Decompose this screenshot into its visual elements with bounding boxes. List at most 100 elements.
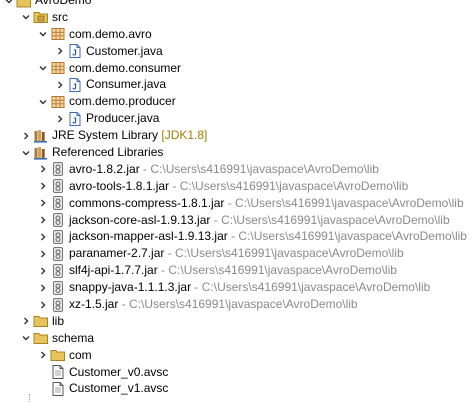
collapse-chevron-right-icon[interactable] xyxy=(37,279,49,296)
tree-item-name: snappy-java-1.1.1.3.jar xyxy=(69,280,192,295)
tree-item[interactable]: J Consumer.java xyxy=(0,76,474,93)
tree-item[interactable]: src xyxy=(0,9,474,26)
expand-chevron-down-icon[interactable] xyxy=(37,60,49,77)
tree-item-name: slf4j-api-1.7.7.jar xyxy=(69,263,158,278)
tree-item[interactable]: Customer_v0.avsc xyxy=(0,364,474,381)
collapse-chevron-right-icon[interactable] xyxy=(37,161,49,178)
tree-item[interactable]: AvroDemo xyxy=(0,0,474,9)
tree-item-name: avro-1.8.2.jar xyxy=(69,161,140,176)
jar-path-decoration: - C:\Users\s416991\javaspace\AvroDemo\li… xyxy=(169,178,409,193)
jar-icon xyxy=(50,178,66,195)
tree-item[interactable]: snappy-java-1.1.1.3.jar - C:\Users\s4169… xyxy=(0,279,474,296)
collapse-chevron-right-icon[interactable] xyxy=(37,212,49,229)
tree-item[interactable]: com xyxy=(0,347,474,364)
collapse-chevron-right-icon[interactable] xyxy=(54,43,66,60)
tree-item-label: Customer.java xyxy=(86,43,163,60)
jar-icon xyxy=(50,245,66,262)
expand-chevron-down-icon[interactable] xyxy=(37,93,49,110)
jar-path-decoration: - C:\Users\s416991\javaspace\AvroDemo\li… xyxy=(210,212,450,227)
collapse-chevron-right-icon[interactable] xyxy=(37,178,49,195)
tree-item[interactable]: jackson-mapper-asl-1.9.13.jar - C:\Users… xyxy=(0,228,474,245)
tree-item-label: jackson-mapper-asl-1.9.13.jar - C:\Users… xyxy=(69,228,467,245)
collapse-chevron-right-icon[interactable] xyxy=(20,127,32,144)
tree-item[interactable]: avro-1.8.2.jar - C:\Users\s416991\javasp… xyxy=(0,161,474,178)
tree-item-name: com.demo.avro xyxy=(69,26,152,41)
tree-item[interactable]: xz-1.5.jar - C:\Users\s416991\javaspace\… xyxy=(0,296,474,313)
tree-item-label: lib xyxy=(52,313,64,330)
tree-item[interactable]: lib xyxy=(0,313,474,330)
tree-item-label: com.demo.producer xyxy=(69,93,176,110)
library-icon xyxy=(33,127,49,144)
tree-item-name: Referenced Libraries xyxy=(52,145,164,160)
tree-item-name: com.demo.consumer xyxy=(69,60,182,75)
collapse-chevron-right-icon[interactable] xyxy=(37,296,49,313)
package-icon xyxy=(50,93,66,110)
folder-icon xyxy=(33,330,49,347)
tree-item-label: paranamer-2.7.jar - C:\Users\s416991\jav… xyxy=(69,245,404,262)
tree-item-name: Customer_v1.avsc xyxy=(69,381,169,396)
jar-path-decoration: - C:\Users\s416991\javaspace\AvroDemo\li… xyxy=(139,161,379,176)
jar-icon xyxy=(50,296,66,313)
collapse-chevron-right-icon[interactable] xyxy=(54,110,66,127)
tree-item[interactable]: com.demo.avro xyxy=(0,26,474,43)
tree-item-label: src xyxy=(52,9,68,26)
jar-icon xyxy=(50,212,66,229)
tree-item-label: Customer_v0.avsc xyxy=(69,364,168,381)
tree-item-name: Customer.java xyxy=(86,43,163,58)
collapse-chevron-right-icon[interactable] xyxy=(37,347,49,364)
collapse-chevron-right-icon[interactable] xyxy=(37,195,49,212)
jar-icon xyxy=(50,195,66,212)
tree-item-name: schema xyxy=(52,330,95,345)
expand-chevron-down-icon[interactable] xyxy=(3,0,15,9)
folder-icon xyxy=(50,347,66,364)
tree-item[interactable]: paranamer-2.7.jar - C:\Users\s416991\jav… xyxy=(0,245,474,262)
tree-item[interactable]: J Customer.java xyxy=(0,43,474,60)
tree-item-label: xz-1.5.jar - C:\Users\s416991\javaspace\… xyxy=(69,296,358,313)
tree-item-name: Producer.java xyxy=(86,111,160,126)
jar-path-decoration: - C:\Users\s416991\javaspace\AvroDemo\li… xyxy=(191,280,431,295)
tree-item-name: xz-1.5.jar xyxy=(69,297,119,312)
tree-item-name: Consumer.java xyxy=(86,77,167,92)
file-icon xyxy=(50,364,66,381)
jar-icon xyxy=(50,279,66,296)
jar-path-decoration: - C:\Users\s416991\javaspace\AvroDemo\li… xyxy=(164,246,404,261)
collapse-chevron-right-icon[interactable] xyxy=(37,262,49,279)
tree-item-label: avro-tools-1.8.1.jar - C:\Users\s416991\… xyxy=(69,178,408,195)
tree-item-name: jackson-core-asl-1.9.13.jar xyxy=(69,212,211,227)
collapse-chevron-right-icon[interactable] xyxy=(54,76,66,93)
tree-item[interactable]: Referenced Libraries xyxy=(0,144,474,161)
tree-item-label: Consumer.java xyxy=(86,76,166,93)
tree-item-name: lib xyxy=(52,313,65,328)
tree-item-label: AvroDemo xyxy=(35,0,91,9)
expand-chevron-down-icon[interactable] xyxy=(20,144,32,161)
tree-item[interactable]: com.demo.consumer xyxy=(0,60,474,77)
tree-item[interactable]: avro-tools-1.8.1.jar - C:\Users\s416991\… xyxy=(0,178,474,195)
java-file-icon: J xyxy=(67,76,83,93)
collapse-chevron-right-icon[interactable] xyxy=(37,245,49,262)
tree-item-name: avro-tools-1.8.1.jar xyxy=(69,178,170,193)
tree-item-label: Customer_v1.avsc xyxy=(69,380,168,397)
jre-version-decoration: [JDK1.8] xyxy=(158,128,208,143)
expand-chevron-down-icon[interactable] xyxy=(20,9,32,26)
source-folder-icon xyxy=(33,9,49,26)
tree-item[interactable]: commons-compress-1.8.1.jar - C:\Users\s4… xyxy=(0,195,474,212)
jar-icon xyxy=(50,161,66,178)
tree-item-name: AvroDemo xyxy=(35,0,92,7)
tree-item-name: com.demo.producer xyxy=(69,94,176,109)
jar-path-decoration: - C:\Users\s416991\javaspace\AvroDemo\li… xyxy=(118,297,358,312)
java-file-icon: J xyxy=(67,43,83,60)
tree-item[interactable]: schema xyxy=(0,330,474,347)
collapse-chevron-right-icon[interactable] xyxy=(37,228,49,245)
tree-item[interactable]: slf4j-api-1.7.7.jar - C:\Users\s416991\j… xyxy=(0,262,474,279)
expand-chevron-down-icon[interactable] xyxy=(20,330,32,347)
tree-guide-line xyxy=(29,394,30,402)
tree-item[interactable]: com.demo.producer xyxy=(0,93,474,110)
tree-item-label: Producer.java xyxy=(86,110,159,127)
tree-item[interactable]: J Producer.java xyxy=(0,110,474,127)
tree-item[interactable]: jackson-core-asl-1.9.13.jar - C:\Users\s… xyxy=(0,212,474,229)
tree-item[interactable]: Customer_v1.avsc xyxy=(0,380,474,397)
jar-path-decoration: - C:\Users\s416991\javaspace\AvroDemo\li… xyxy=(224,195,464,210)
tree-item[interactable]: JRE System Library [JDK1.8] xyxy=(0,127,474,144)
collapse-chevron-right-icon[interactable] xyxy=(20,313,32,330)
expand-chevron-down-icon[interactable] xyxy=(37,26,49,43)
